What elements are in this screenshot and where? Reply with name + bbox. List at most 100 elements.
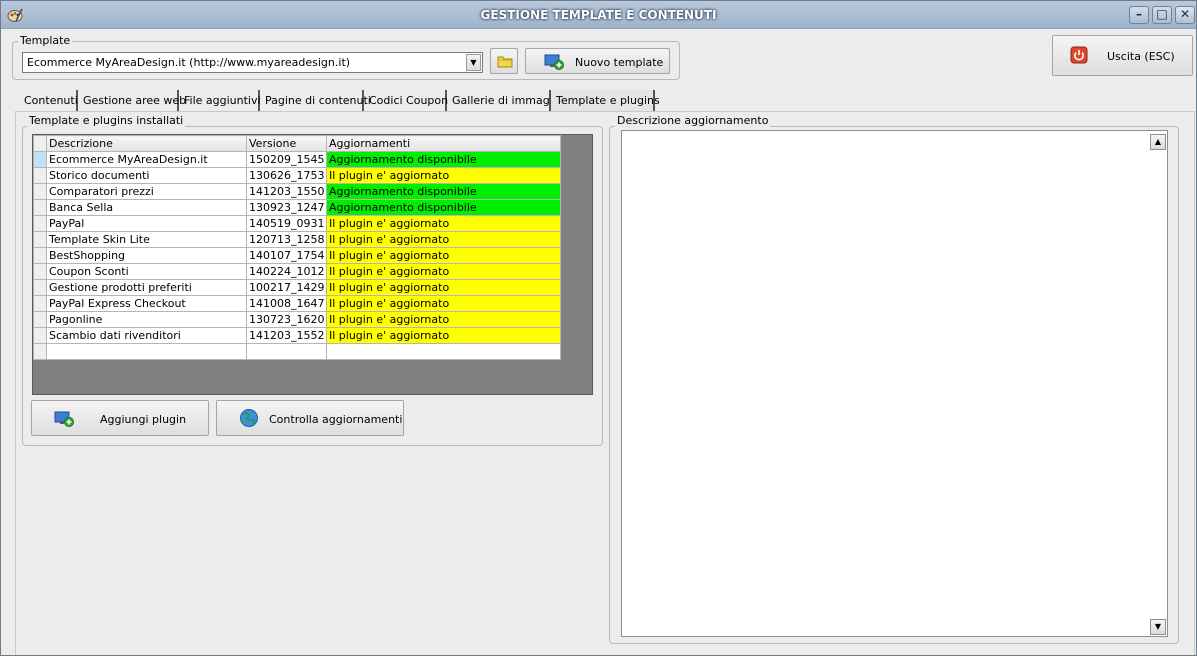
table-row[interactable]: Banca Sella 130923_1247 Aggiornamento disp…: [33, 199, 561, 216]
table-row[interactable]: BestShopping 140107_1754 Il plugin e' aggi…: [33, 247, 561, 264]
row-header[interactable]: [33, 263, 47, 280]
row-header[interactable]: [33, 295, 47, 312]
cell-versione[interactable]: 141203_1550: [246, 183, 327, 200]
cell-versione[interactable]: 150209_1545: [246, 151, 327, 168]
tab-codici-coupon[interactable]: Codici Coupon: [364, 90, 448, 111]
chevron-down-icon[interactable]: ▼: [466, 54, 481, 71]
table-row[interactable]: Comparatori prezzi 141203_1550 Aggiornamen…: [33, 183, 561, 200]
cell-aggiornamenti[interactable]: Aggiornamento disponibile: [326, 199, 561, 216]
row-header[interactable]: [33, 183, 47, 200]
cell-versione[interactable]: 130723_1620: [246, 311, 327, 328]
cell-descrizione[interactable]: Scambio dati rivenditori: [46, 327, 247, 344]
table-new-row[interactable]: [33, 343, 561, 360]
tab-file-aggiuntivi[interactable]: File aggiuntivi: [179, 90, 261, 111]
row-header[interactable]: [33, 343, 47, 360]
cell-descrizione[interactable]: Gestione prodotti preferiti: [46, 279, 247, 296]
maximize-icon[interactable]: □: [1152, 6, 1172, 24]
row-header[interactable]: [33, 151, 47, 168]
minimize-icon[interactable]: –: [1129, 6, 1149, 24]
table-row[interactable]: Scambio dati rivenditori 141203_1552 Il pl…: [33, 327, 561, 344]
row-header[interactable]: [33, 247, 47, 264]
empty-cell[interactable]: [246, 343, 327, 360]
row-header[interactable]: [33, 167, 47, 184]
update-description-field[interactable]: ▲ ▼: [621, 130, 1168, 637]
cell-descrizione[interactable]: Storico documenti: [46, 167, 247, 184]
tab-gallerie-di-immagini[interactable]: Gallerie di immagini: [447, 90, 563, 111]
cell-aggiornamenti[interactable]: Aggiornamento disponibile: [326, 183, 561, 200]
cell-descrizione[interactable]: BestShopping: [46, 247, 247, 264]
row-header[interactable]: [33, 199, 47, 216]
template-group-label: Template: [18, 34, 73, 47]
installed-group-label: Template e plugins installati: [27, 114, 186, 127]
table-row[interactable]: Template Skin Lite 120713_1258 Il plugin e…: [33, 231, 561, 248]
check-updates-label: Controlla aggiornamenti: [269, 413, 403, 426]
table-row[interactable]: PayPal 140519_0931 Il plugin e' aggiornato: [33, 215, 561, 232]
scroll-up-icon[interactable]: ▲: [1150, 134, 1166, 150]
row-header[interactable]: [33, 215, 47, 232]
cell-descrizione[interactable]: PayPal: [46, 215, 247, 232]
column-header-descrizione[interactable]: Descrizione: [46, 135, 247, 152]
plugins-grid[interactable]: Descrizione Versione Aggiornamenti Ecomm…: [32, 134, 593, 395]
cell-aggiornamenti[interactable]: Il plugin e' aggiornato: [326, 311, 561, 328]
cell-versione[interactable]: 140224_1012: [246, 263, 327, 280]
table-header-row: Descrizione Versione Aggiornamenti: [33, 135, 561, 152]
cell-aggiornamenti[interactable]: Il plugin e' aggiornato: [326, 247, 561, 264]
table-row[interactable]: Pagonline 130723_1620 Il plugin e' aggiorn…: [33, 311, 561, 328]
add-plugin-button[interactable]: Aggiungi plugin: [31, 400, 209, 436]
power-icon: [1070, 46, 1088, 64]
title-bar[interactable]: GESTIONE TEMPLATE E CONTENUTI – □ ✕: [1, 1, 1196, 29]
cell-descrizione[interactable]: Ecommerce MyAreaDesign.it: [46, 151, 247, 168]
add-monitor-icon: [54, 411, 74, 427]
tab-contenuti[interactable]: Contenuti: [19, 90, 78, 111]
add-monitor-icon: [544, 54, 564, 70]
cell-versione[interactable]: 141203_1552: [246, 327, 327, 344]
cell-aggiornamenti[interactable]: Il plugin e' aggiornato: [326, 231, 561, 248]
cell-versione[interactable]: 141008_1647: [246, 295, 327, 312]
template-select[interactable]: Ecommerce MyAreaDesign.it (http://www.my…: [22, 52, 483, 73]
cell-descrizione[interactable]: Comparatori prezzi: [46, 183, 247, 200]
empty-cell[interactable]: [326, 343, 561, 360]
cell-descrizione[interactable]: Banca Sella: [46, 199, 247, 216]
row-header[interactable]: [33, 327, 47, 344]
cell-versione[interactable]: 100217_1429: [246, 279, 327, 296]
description-group-label: Descrizione aggiornamento: [615, 114, 771, 127]
cell-descrizione[interactable]: Coupon Sconti: [46, 263, 247, 280]
cell-aggiornamenti[interactable]: Aggiornamento disponibile: [326, 151, 561, 168]
table-row[interactable]: Ecommerce MyAreaDesign.it 150209_1545 Aggi…: [33, 151, 561, 168]
table-row[interactable]: PayPal Express Checkout 141008_1647 Il plu…: [33, 295, 561, 312]
cell-versione[interactable]: 140107_1754: [246, 247, 327, 264]
row-header[interactable]: [33, 231, 47, 248]
cell-versione[interactable]: 130626_1753: [246, 167, 327, 184]
cell-aggiornamenti[interactable]: Il plugin e' aggiornato: [326, 327, 561, 344]
table-row[interactable]: Gestione prodotti preferiti 100217_1429 Il…: [33, 279, 561, 296]
cell-aggiornamenti[interactable]: Il plugin e' aggiornato: [326, 167, 561, 184]
column-header-aggiornamenti[interactable]: Aggiornamenti: [326, 135, 561, 152]
cell-aggiornamenti[interactable]: Il plugin e' aggiornato: [326, 295, 561, 312]
row-header[interactable]: [33, 279, 47, 296]
cell-descrizione[interactable]: Template Skin Lite: [46, 231, 247, 248]
table-row[interactable]: Coupon Sconti 140224_1012 Il plugin e' agg…: [33, 263, 561, 280]
close-icon[interactable]: ✕: [1175, 6, 1195, 24]
cell-aggiornamenti[interactable]: Il plugin e' aggiornato: [326, 279, 561, 296]
window-title: GESTIONE TEMPLATE E CONTENUTI: [480, 8, 717, 22]
cell-versione[interactable]: 120713_1258: [246, 231, 327, 248]
cell-aggiornamenti[interactable]: Il plugin e' aggiornato: [326, 215, 561, 232]
cell-descrizione[interactable]: Pagonline: [46, 311, 247, 328]
column-header-versione[interactable]: Versione: [246, 135, 327, 152]
empty-cell[interactable]: [46, 343, 247, 360]
cell-versione[interactable]: 140519_0931: [246, 215, 327, 232]
cell-versione[interactable]: 130923_1247: [246, 199, 327, 216]
check-updates-button[interactable]: Controlla aggiornamenti: [216, 400, 404, 436]
new-template-button[interactable]: Nuovo template: [525, 48, 670, 74]
template-select-value: Ecommerce MyAreaDesign.it (http://www.my…: [27, 56, 351, 69]
cell-aggiornamenti[interactable]: Il plugin e' aggiornato: [326, 263, 561, 280]
scroll-down-icon[interactable]: ▼: [1150, 619, 1166, 635]
row-header[interactable]: [33, 311, 47, 328]
tab-pagine-di-contenuti[interactable]: Pagine di contenuti: [260, 90, 371, 111]
exit-button[interactable]: Uscita (ESC): [1052, 35, 1193, 76]
open-folder-button[interactable]: [490, 48, 518, 74]
tab-template-e-plugins[interactable]: Template e plugins: [551, 90, 660, 111]
cell-descrizione[interactable]: PayPal Express Checkout: [46, 295, 247, 312]
tab-gestione-aree-web[interactable]: Gestione aree web: [78, 90, 186, 111]
table-row[interactable]: Storico documenti 130626_1753 Il plugin e'…: [33, 167, 561, 184]
